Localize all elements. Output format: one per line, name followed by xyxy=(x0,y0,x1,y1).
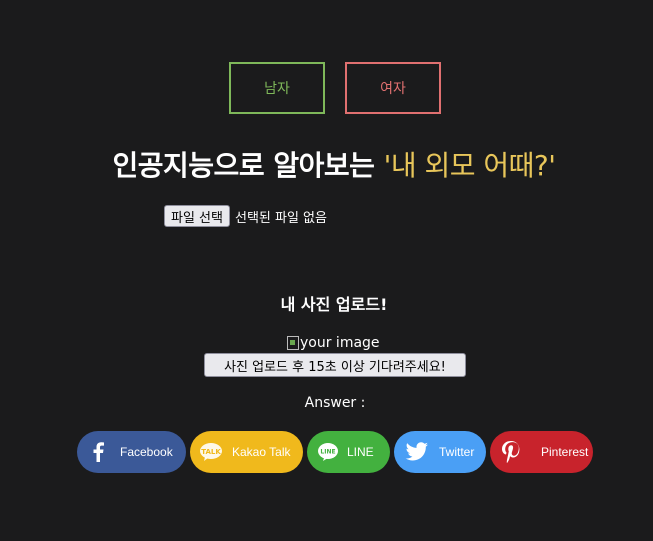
svg-text:LINE: LINE xyxy=(320,449,335,456)
share-facebook-button[interactable]: Facebook xyxy=(77,431,186,473)
upload-wait-button[interactable]: 사진 업로드 후 15초 이상 기다려주세요! xyxy=(204,353,466,377)
kakaotalk-icon: TALK xyxy=(199,442,223,462)
svg-text:TALK: TALK xyxy=(201,448,221,456)
share-label: Facebook xyxy=(120,445,173,459)
upload-title: 내 사진 업로드! xyxy=(280,295,388,314)
line-icon: LINE xyxy=(317,442,339,462)
title-accent: '내 외모 어때?' xyxy=(383,149,556,182)
uploaded-image: your image xyxy=(287,335,380,351)
file-select-button[interactable]: 파일 선택 xyxy=(164,205,230,227)
title-main: 인공지능으로 알아보는 xyxy=(112,149,384,182)
share-label: Kakao Talk xyxy=(232,445,291,459)
pinterest-icon xyxy=(501,441,521,463)
twitter-icon xyxy=(405,442,429,462)
broken-image-icon xyxy=(287,336,299,350)
file-input[interactable]: 파일 선택 선택된 파일 없음 xyxy=(164,205,327,227)
page-title: 인공지능으로 알아보는 '내 외모 어때?' xyxy=(0,144,653,184)
male-button[interactable]: 남자 xyxy=(229,62,325,114)
image-alt-text: your image xyxy=(300,335,380,351)
share-label: Pinterest xyxy=(541,445,589,459)
share-kakaotalk-button[interactable]: TALK Kakao Talk xyxy=(190,431,303,473)
file-status-text: 선택된 파일 없음 xyxy=(234,210,327,226)
share-line-button[interactable]: LINE LINE xyxy=(307,431,390,473)
female-button[interactable]: 여자 xyxy=(345,62,441,114)
share-label: Twitter xyxy=(439,445,475,459)
share-twitter-button[interactable]: Twitter xyxy=(394,431,486,473)
facebook-icon xyxy=(91,442,105,462)
answer-label: Answer : xyxy=(304,395,366,411)
share-label: LINE xyxy=(347,445,374,459)
share-pinterest-button[interactable]: Pinterest xyxy=(490,431,593,473)
